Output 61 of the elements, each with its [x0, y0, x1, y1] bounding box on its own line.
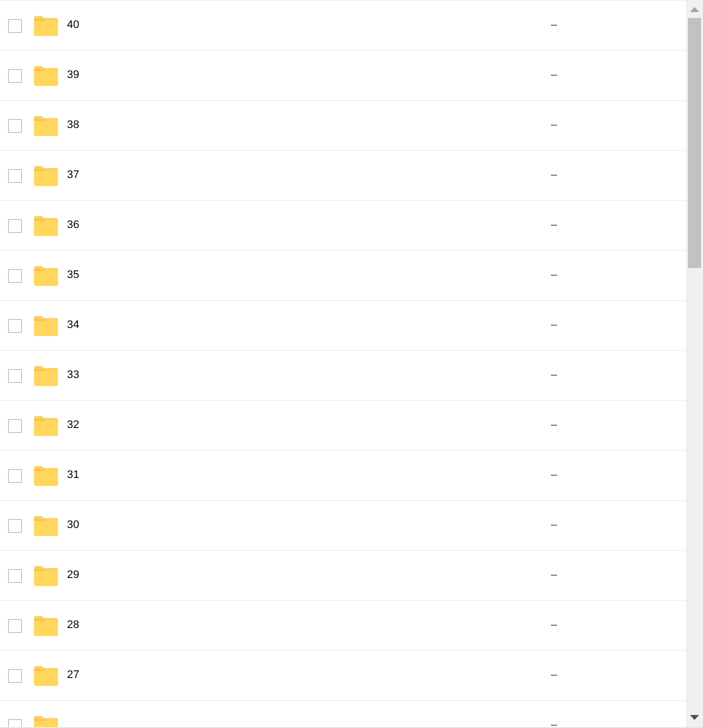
folder-icon [34, 616, 58, 636]
folder-name[interactable]: 37 [67, 167, 80, 184]
scrollbar[interactable] [686, 0, 703, 727]
size-text: – [550, 468, 557, 484]
folder-name[interactable]: 35 [67, 267, 80, 284]
checkbox[interactable] [8, 368, 22, 382]
folder-icon [34, 466, 58, 486]
folder-name[interactable]: 39 [67, 67, 80, 84]
folder-name[interactable]: 40 [67, 17, 80, 34]
folder-icon [34, 266, 58, 286]
checkbox[interactable] [8, 518, 22, 532]
size-text: – [550, 118, 557, 134]
folder-icon [34, 666, 58, 686]
folder-icon [34, 166, 58, 186]
size-text: – [550, 668, 557, 684]
checkbox[interactable] [8, 268, 22, 282]
folder-icon [34, 366, 58, 386]
checkbox[interactable] [8, 668, 22, 682]
size-text: – [550, 568, 557, 584]
folder-icon [34, 116, 58, 136]
folder-icon [34, 216, 58, 236]
size-text: – [550, 718, 557, 727]
folder-name[interactable]: 28 [67, 617, 80, 634]
folder-name[interactable]: 36 [67, 217, 80, 234]
checkbox[interactable] [8, 68, 22, 82]
folder-name[interactable]: 30 [67, 517, 80, 534]
folder-name[interactable]: 33 [67, 367, 80, 384]
size-text: – [550, 268, 557, 284]
checkbox[interactable] [8, 118, 22, 132]
size-text: – [550, 618, 557, 634]
checkbox[interactable] [8, 218, 22, 232]
folder-name[interactable]: 29 [67, 567, 80, 584]
scroll-down-icon[interactable] [690, 715, 699, 720]
checkbox[interactable] [8, 418, 22, 432]
size-text: – [550, 68, 557, 84]
folder-name[interactable]: 38 [67, 117, 80, 134]
folder-icon [34, 316, 58, 336]
checkbox[interactable] [8, 318, 22, 332]
folder-icon [34, 416, 58, 436]
folder-name[interactable]: 34 [67, 317, 80, 334]
folder-name[interactable]: 31 [67, 467, 80, 484]
size-text: – [550, 218, 557, 234]
checkbox[interactable] [8, 18, 22, 32]
folder-icon [34, 66, 58, 86]
size-text: – [550, 318, 557, 334]
size-text: – [550, 418, 557, 434]
folder-name[interactable]: 27 [67, 667, 80, 684]
checkbox[interactable] [8, 568, 22, 582]
scroll-up-icon[interactable] [690, 7, 699, 12]
size-text: – [550, 368, 557, 384]
checkbox[interactable] [8, 618, 22, 632]
folder-icon [34, 16, 58, 36]
checkbox[interactable] [8, 468, 22, 482]
folder-icon [34, 566, 58, 586]
size-text: – [550, 168, 557, 184]
size-text: – [550, 18, 557, 34]
folder-name[interactable]: 32 [67, 417, 80, 434]
checkbox[interactable] [8, 168, 22, 182]
scroll-thumb[interactable] [688, 18, 701, 268]
size-text: – [550, 518, 557, 534]
folder-icon [34, 516, 58, 536]
